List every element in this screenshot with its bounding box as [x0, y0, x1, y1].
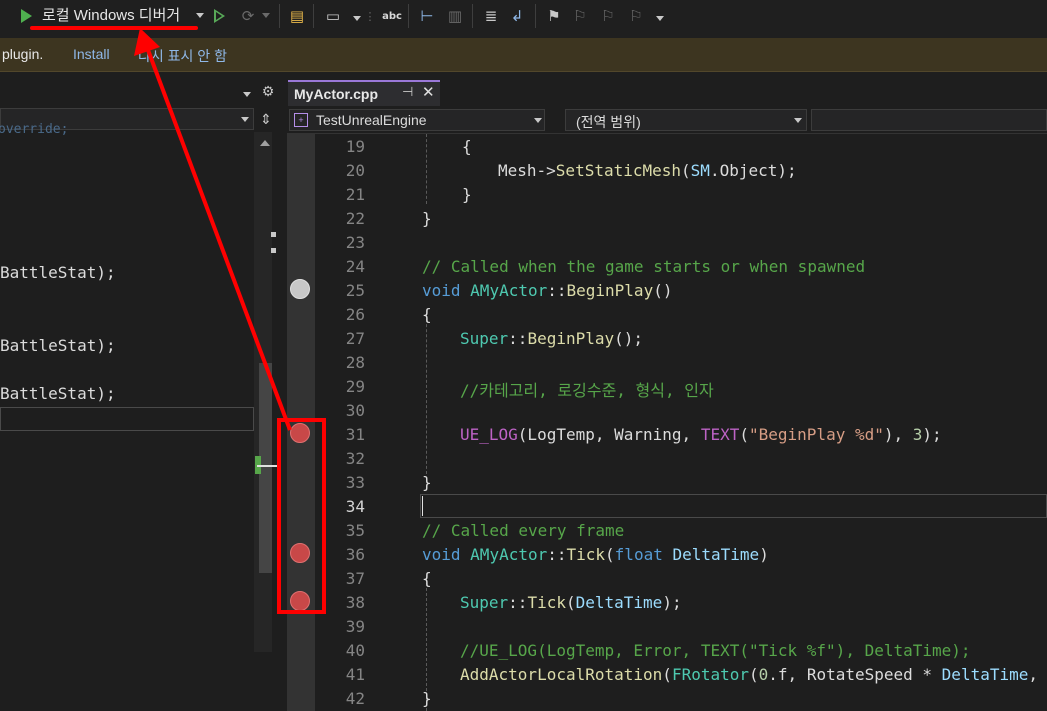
line-number: 22 — [345, 209, 365, 228]
line-number: 27 — [345, 329, 365, 348]
project-combo-chevron-icon[interactable] — [534, 118, 542, 123]
scroll-marker — [271, 248, 276, 253]
toolbar-overflow-chevron-icon[interactable] — [656, 16, 664, 21]
line-number: 19 — [345, 137, 365, 156]
panel-menu-chevron-icon[interactable] — [243, 92, 251, 97]
debugger-dropdown[interactable]: 로컬 Windows 디버거 — [42, 4, 180, 25]
text-caret — [422, 496, 423, 516]
member-combo[interactable] — [811, 109, 1047, 131]
debugger-dropdown-chevron-icon[interactable] — [196, 13, 204, 18]
panel-settings-gear-icon[interactable]: ⚙ — [260, 82, 276, 102]
next-bookmark-icon[interactable]: ⚐ — [598, 6, 618, 26]
install-link[interactable]: Install — [73, 46, 110, 62]
scope-combo-chevron-icon[interactable] — [794, 118, 802, 123]
line-number: 24 — [345, 257, 365, 276]
uncomment-lines-icon[interactable]: ↲ — [506, 6, 528, 26]
comment-lines-icon[interactable]: ≣ — [480, 6, 502, 26]
scope-combo[interactable]: (전역 범위) — [565, 109, 807, 131]
hot-reload-icon[interactable]: ⟳ — [236, 6, 260, 26]
scroll-position-marker — [257, 465, 277, 467]
line-number: 28 — [345, 353, 365, 372]
line-number: 21 — [345, 185, 365, 204]
line-number: 23 — [345, 233, 365, 252]
info-message: plugin. — [2, 46, 44, 62]
navigation-bar: + TestUnrealEngine (전역 범위) — [287, 106, 1047, 134]
left-code-line: BattleStat); — [0, 336, 116, 355]
annotation-breakpoint-box — [277, 418, 326, 614]
line-number-gutter: 19 20 21 22 23 24 25 26 27 28 29 30 31 3… — [315, 134, 395, 711]
tab-title: MyActor.cpp — [294, 86, 379, 102]
open-folder-icon[interactable]: ▤ — [286, 6, 308, 26]
line-number: 42 — [345, 689, 365, 708]
start-debugging-icon[interactable] — [18, 6, 34, 26]
grip-icon: ⋮ — [364, 9, 376, 23]
code-editor[interactable]: { Mesh->SetStaticMesh(SM.Object); } } //… — [395, 134, 1047, 711]
toolbar: 로컬 Windows 디버거 ⟳ ▤ ▭ ⋮ abc ⊢ ▥ ≣ ↲ ⚑ ⚐ ⚐… — [0, 0, 1047, 38]
breakpoint-disabled[interactable] — [290, 279, 310, 299]
left-code-line: BattleStat); — [0, 384, 116, 403]
document-tab-bar: MyActor.cpp ⊣ ✕ — [280, 72, 1047, 106]
line-number: 20 — [345, 161, 365, 180]
layout-chevron-icon[interactable] — [353, 16, 361, 21]
line-number: 40 — [345, 641, 365, 660]
outdent-icon[interactable]: ▥ — [444, 6, 466, 26]
scope-combo-value: (전역 범위) — [576, 114, 641, 130]
scroll-marker — [271, 232, 276, 237]
bookmark-icon[interactable]: ⚑ — [544, 6, 564, 26]
indent-icon[interactable]: ⊢ — [416, 6, 438, 26]
start-without-debugging-icon[interactable] — [210, 6, 228, 26]
left-code-line: BattleStat); — [0, 263, 116, 282]
spell-check-icon[interactable]: abc — [380, 6, 404, 26]
hot-reload-chevron-icon[interactable] — [262, 13, 270, 18]
left-nav-chevron-icon[interactable] — [241, 117, 249, 122]
clear-bookmarks-icon[interactable]: ⚐ — [626, 6, 646, 26]
left-current-line-highlight — [0, 407, 254, 431]
dont-show-again-link[interactable]: 다시 표시 안 함 — [138, 46, 227, 66]
pin-icon[interactable]: ⊣ — [402, 85, 413, 100]
line-number: 39 — [345, 617, 365, 636]
close-icon[interactable]: ✕ — [422, 83, 435, 101]
line-number: 26 — [345, 305, 365, 324]
current-line-highlight — [420, 494, 1047, 518]
cpp-project-icon: + — [294, 113, 308, 127]
previous-bookmark-icon[interactable]: ⚐ — [570, 6, 590, 26]
info-bar: plugin. Install 다시 표시 안 함 — [0, 38, 1047, 72]
line-number: 29 — [345, 377, 365, 396]
line-number: 25 — [345, 281, 365, 300]
scroll-up-arrow-icon[interactable] — [260, 140, 270, 146]
project-combo[interactable]: + TestUnrealEngine — [289, 109, 545, 131]
annotation-underline — [30, 26, 198, 30]
tab-myactor-cpp[interactable]: MyActor.cpp ⊣ ✕ — [288, 80, 440, 106]
window-layout-icon[interactable]: ▭ — [322, 6, 344, 26]
split-view-icon[interactable]: ⇕ — [257, 110, 275, 130]
line-number: 41 — [345, 665, 365, 684]
left-editor-panel: ⚙ ⇕ override; BattleStat); BattleStat); … — [0, 72, 280, 711]
left-code-line: override; — [0, 122, 69, 137]
project-combo-value: TestUnrealEngine — [316, 112, 427, 128]
